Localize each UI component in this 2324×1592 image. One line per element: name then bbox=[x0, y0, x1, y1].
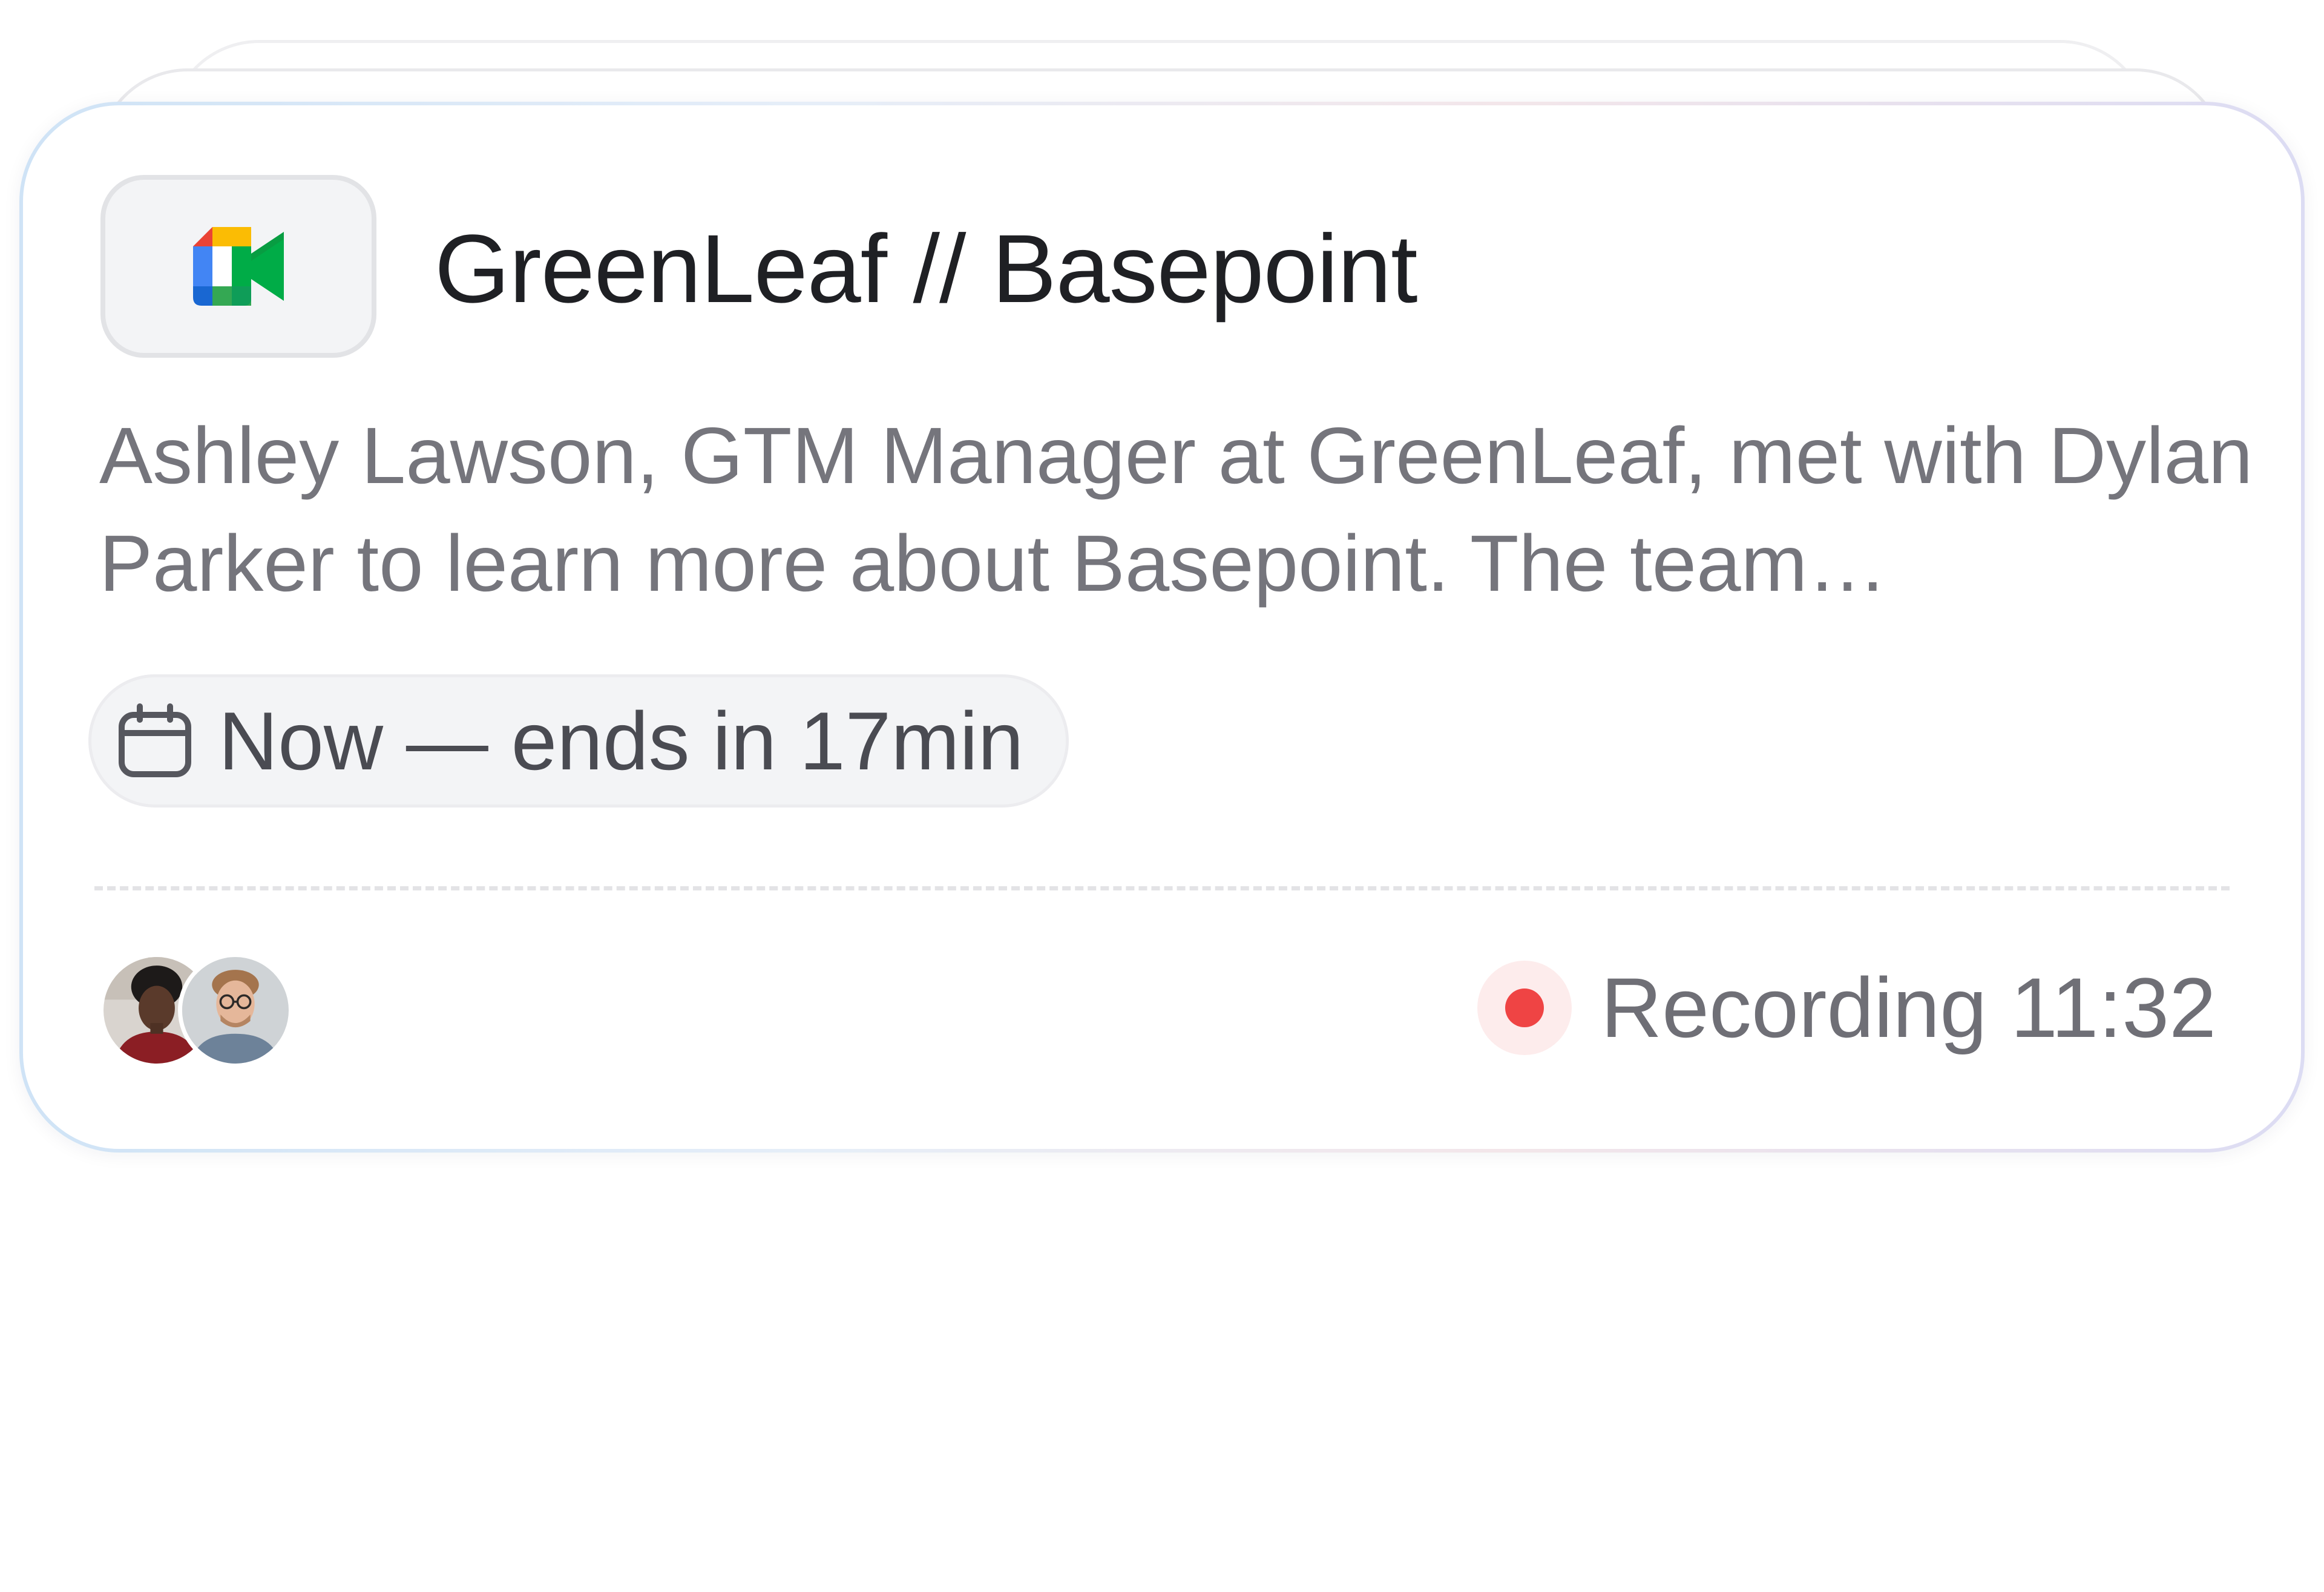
calendar-icon bbox=[119, 703, 191, 777]
google-meet-icon bbox=[193, 227, 284, 306]
participant-avatars[interactable] bbox=[99, 953, 305, 1068]
avatar[interactable] bbox=[178, 953, 293, 1068]
app-icon-container bbox=[100, 175, 376, 358]
meeting-card[interactable]: GreenLeaf // Basepoint Ashley Lawson, GT… bbox=[23, 105, 2301, 1149]
meeting-description: Ashley Lawson, GTM Manager at GreenLeaf,… bbox=[99, 411, 2253, 608]
recording-indicator bbox=[1477, 961, 1572, 1055]
meeting-card-border: GreenLeaf // Basepoint Ashley Lawson, GT… bbox=[19, 102, 2305, 1153]
recording-dot-icon bbox=[1505, 988, 1544, 1027]
card-divider bbox=[94, 886, 2230, 890]
meeting-time-label: Now — ends in 17min bbox=[218, 695, 1024, 787]
avatar-man-glasses bbox=[182, 957, 289, 1064]
stage: GreenLeaf // Basepoint Ashley Lawson, GT… bbox=[0, 0, 2324, 1592]
meeting-title: GreenLeaf // Basepoint bbox=[435, 214, 1418, 323]
meeting-time-chip: Now — ends in 17min bbox=[88, 674, 1069, 808]
recording-label: Recording 11:32 bbox=[1601, 960, 2216, 1055]
recording-status: Recording 11:32 bbox=[1477, 959, 2216, 1057]
